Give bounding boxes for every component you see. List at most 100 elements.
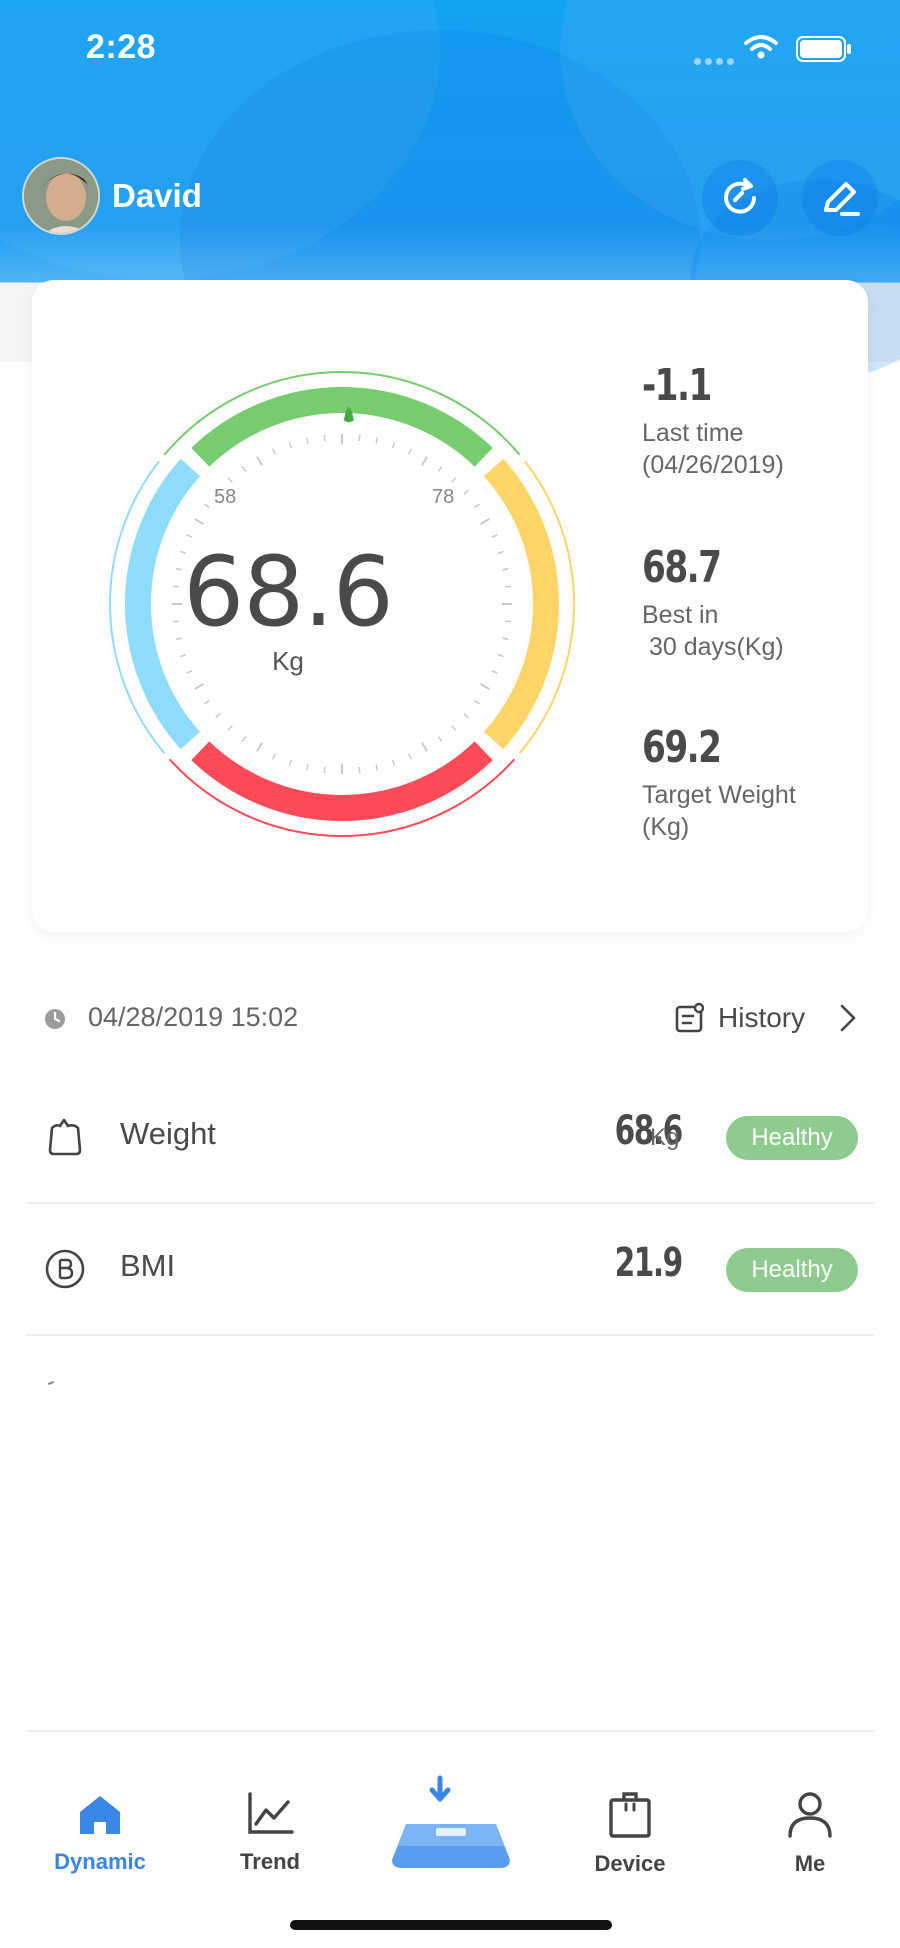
gauge-tick [408,448,412,455]
gauge-unit: Kg [272,646,304,676]
gauge-segment-red [191,741,493,821]
gauge-tick [437,736,443,742]
scroll-indicator [47,1381,55,1385]
tab-label: Dynamic [54,1849,146,1874]
gauge-segment-green [191,387,493,467]
edit-icon [824,182,860,216]
stat-label: Best in 30 days(Kg) [642,601,784,661]
gauge-tick [463,489,469,495]
refresh-button[interactable] [702,160,778,236]
device-icon [609,1792,651,1838]
clock-icon [45,1009,65,1029]
tab-label: Trend [240,1849,300,1874]
gauge-tick [323,767,326,774]
metric-row-bmi[interactable]: BMI 21.9 Healthy [26,1204,874,1336]
gauge-tick [194,683,204,690]
tab-label: Me [794,1851,826,1876]
status-badge: Healthy [726,1248,858,1292]
gauge-tick [408,753,412,760]
signal-icon [694,52,738,70]
tab-trend[interactable]: Trend [200,1792,340,1875]
gauge-max-label: 78 [432,486,455,508]
stat-best-30-days: 68.7 Best in 30 days(Kg) [642,542,784,663]
tab-me[interactable]: Me [740,1792,880,1877]
trend-icon [248,1792,294,1834]
refresh-icon [724,178,756,214]
tab-label: Device [594,1851,666,1876]
scale-icon [392,1775,510,1868]
gauge-tick [256,456,263,466]
gauge-tick [358,434,361,441]
gauge-tick [480,683,490,690]
avatar[interactable] [22,157,100,235]
home-indicator [290,1920,612,1930]
gauge-min-label: 58 [214,486,237,508]
gauge-tick [480,518,490,525]
gauge-tick [256,742,263,752]
bottom-tab-bar: Dynamic Trend Device Me [26,1730,874,1948]
gauge-tick [375,437,379,444]
person-icon [788,1792,832,1838]
weight-summary-card: 58 78 68.6 Kg -1.1 Last time (04/26/2019… [32,280,868,932]
gauge-tick [288,442,293,449]
gauge-weight-value: 68.6 [183,536,394,648]
history-link[interactable]: History [718,1002,805,1034]
metric-name: Weight [120,1116,216,1151]
gauge-tick [241,736,247,742]
metric-name: BMI [120,1248,176,1283]
tab-device[interactable]: Device [560,1792,700,1877]
stat-label: Last time (04/26/2019) [642,419,784,479]
gauge-tick [391,442,396,449]
gauge-tick [451,725,457,731]
gauge-tick [204,503,210,509]
gauge-tick [227,477,233,483]
gauge-tick [305,437,309,444]
gauge-tick [241,466,247,472]
gauge-tick [194,518,204,525]
gauge-tick [215,713,221,719]
history-icon[interactable] [674,1002,706,1034]
metric-value: 21.9 [614,1240,684,1286]
gauge-tick [463,713,469,719]
gauge-tick [375,764,379,771]
gauge-tick [421,742,428,752]
user-name: David [112,177,202,214]
gauge-tick [227,725,233,731]
gauge-tick [474,503,480,509]
record-datetime: 04/28/2019 15:02 [88,1002,299,1032]
gauge-tick [323,434,326,441]
stat-value: -1.1 [642,360,712,411]
stat-value: 69.2 [642,722,722,773]
measure-scale-button[interactable] [388,1774,514,1878]
stat-value: 68.7 [642,542,722,593]
stat-last-change: -1.1 Last time (04/26/2019) [642,360,784,481]
weight-icon [48,1118,82,1156]
chevron-right-icon[interactable] [838,1002,858,1034]
gauge-tick [204,699,210,705]
gauge-tick [451,477,457,483]
status-badge: Healthy [726,1116,858,1160]
bmi-icon [45,1249,85,1289]
edit-button[interactable] [802,160,878,236]
metric-row-weight[interactable]: Weight 68.6 Kg Healthy [26,1072,874,1204]
stat-target-weight: 69.2 Target Weight (Kg) [642,722,796,843]
gauge-tick [272,448,276,455]
record-time-row: 04/28/2019 15:02 History [0,980,900,1060]
tab-dynamic[interactable]: Dynamic [30,1792,170,1875]
gauge-tick [288,759,293,766]
gauge-tick [272,753,276,760]
gauge-tick [474,699,480,705]
gauge-tick [305,764,309,771]
battery-icon [796,36,851,62]
stat-label: Target Weight (Kg) [642,781,796,841]
status-bar: 2:28 [0,0,900,100]
wifi-icon [744,35,778,59]
gauge-tick [391,759,396,766]
user-profile[interactable]: David [22,156,202,236]
gauge-tick [358,767,361,774]
metric-unit: Kg [650,1124,680,1151]
home-icon [80,1796,120,1834]
status-time: 2:28 [86,28,157,66]
gauge-tick [437,466,443,472]
gauge-tick [421,456,428,466]
